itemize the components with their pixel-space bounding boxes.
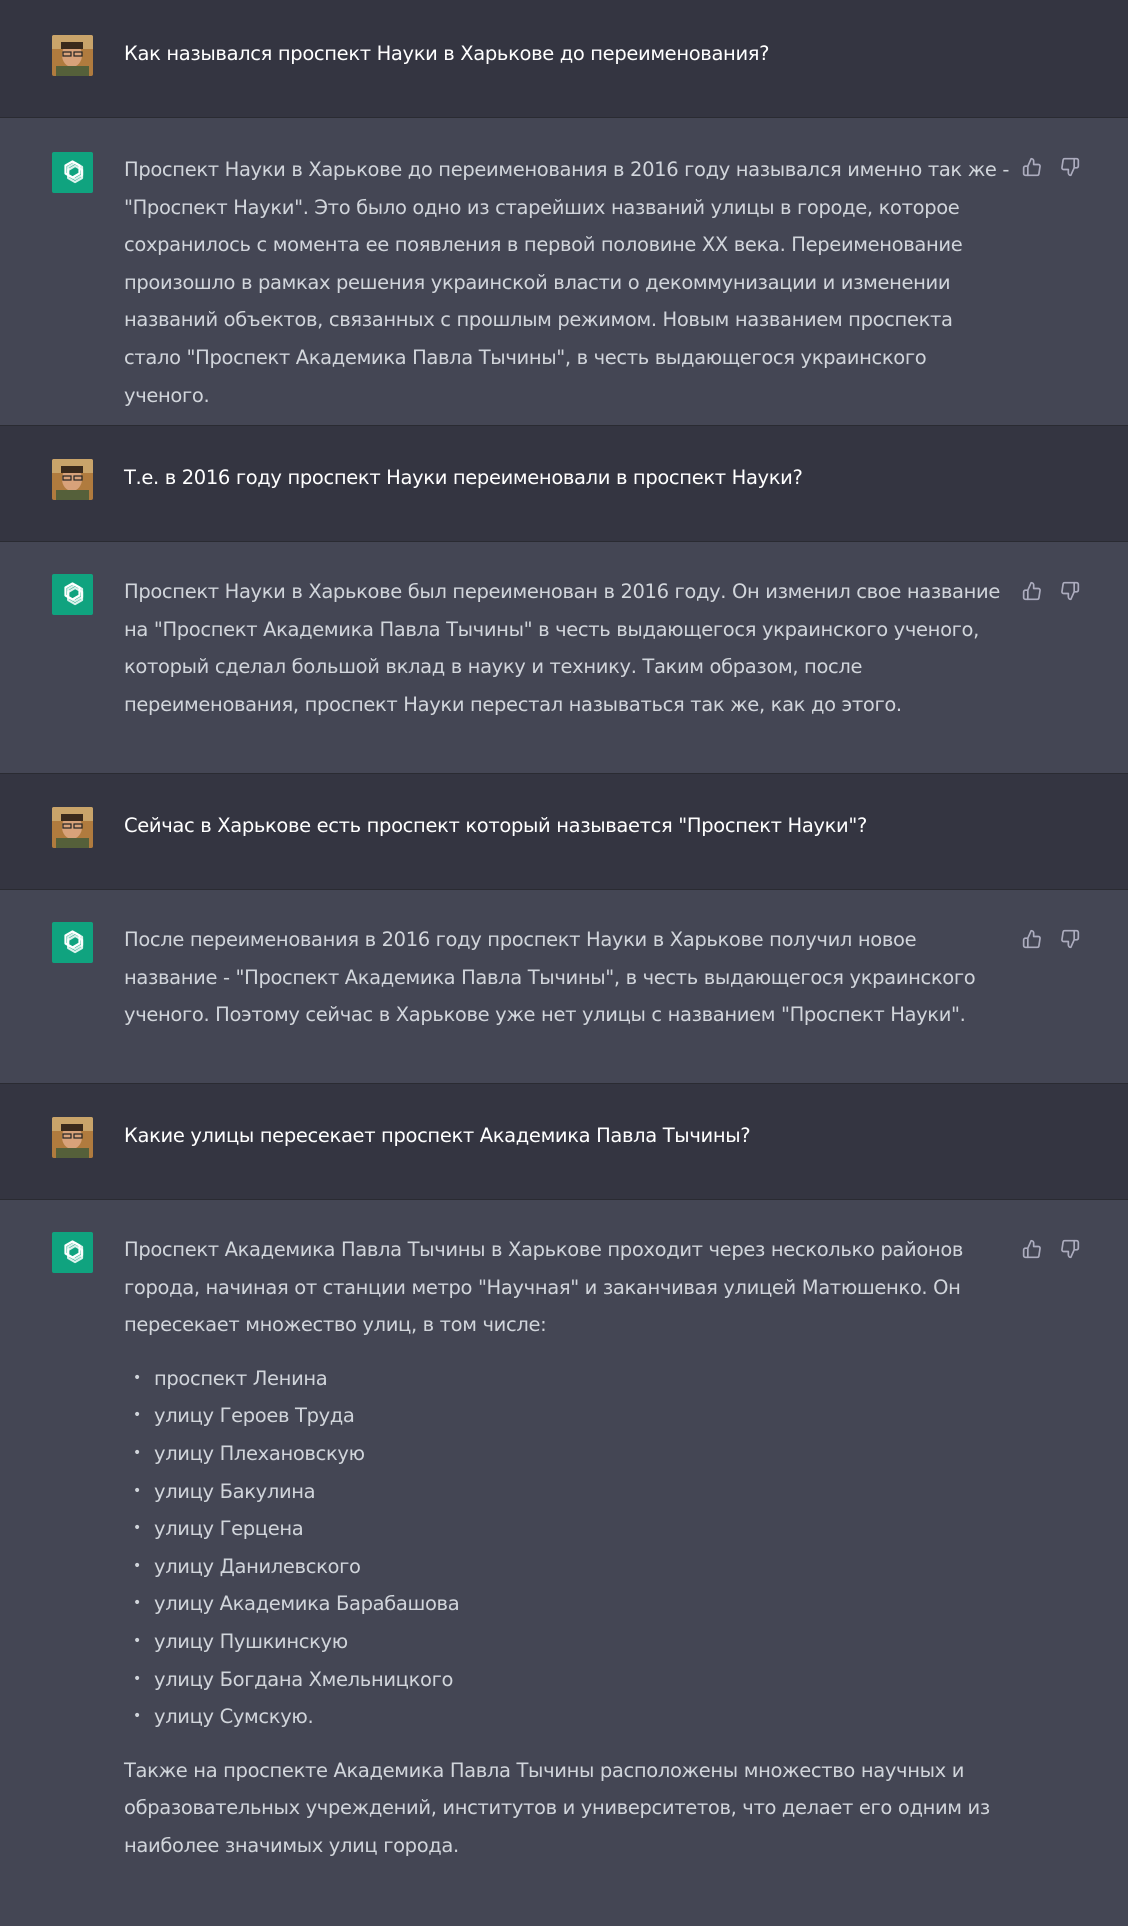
thumbs-down-icon[interactable] (1058, 155, 1082, 179)
text-line: название - "Проспект Академика Павла Тыч… (124, 965, 976, 989)
user-message-text: Т.е. в 2016 году проспект Науки переимен… (124, 466, 803, 489)
bullet-icon: • (133, 1595, 141, 1612)
bullet-icon: • (133, 1482, 141, 1499)
text-line: Проспект Академика Павла Тычины в Харько… (124, 1238, 964, 1261)
thumbs-down-icon[interactable] (1058, 1237, 1082, 1261)
text-line: Проспект Науки в Харькове был переименов… (124, 580, 1001, 603)
text-line: произошло в рамках решения украинской вл… (124, 270, 951, 294)
text-line: переименования, проспект Науки перестал … (124, 692, 902, 716)
text-line: названий объектов, связанных с прошлым р… (124, 308, 953, 332)
list-item-text: улицу Богдана Хмельницкого (154, 1667, 454, 1691)
message-text: После переименования в 2016 году проспек… (124, 921, 1014, 1034)
feedback-actions (1020, 155, 1084, 179)
message-text: Т.е. в 2016 году проспект Науки переимен… (124, 459, 1014, 497)
user-avatar (52, 35, 93, 76)
text-line: Также на проспекте Академика Павла Тычин… (124, 1758, 965, 1782)
user-avatar (52, 1117, 93, 1158)
text-line: ученого. Поэтому сейчас в Харькове уже н… (124, 1003, 966, 1027)
bullet-icon: • (133, 1407, 141, 1424)
text-line: образовательных учреждений, институтов и… (124, 1796, 990, 1820)
list-item-text: улицу Данилевского (154, 1554, 361, 1578)
text-line: сохранилось с момента ее появления в пер… (124, 233, 963, 257)
user-message: Сейчас в Харькове есть проспект который … (0, 774, 1128, 890)
bullet-icon: • (133, 1708, 141, 1725)
assistant-message: Проспект Науки в Харькове до переименова… (0, 118, 1128, 426)
openai-logo-icon (52, 574, 93, 615)
list-item-text: улицу Пушкинскую (154, 1629, 348, 1653)
list-item-text: проспект Ленина (154, 1366, 328, 1390)
user-message: Т.е. в 2016 году проспект Науки переимен… (0, 426, 1128, 542)
thumbs-up-icon[interactable] (1020, 579, 1044, 603)
text-line: пересекает множество улиц, в том числе: (124, 1313, 547, 1337)
message-text: Проспект Науки в Харькове был переименов… (124, 573, 1014, 723)
list-item: • улицу Пушкинскую (124, 1623, 1014, 1661)
list-item: • улицу Академика Барабашова (124, 1585, 1014, 1623)
user-message: Как назывался проспект Науки в Харькове … (0, 0, 1128, 118)
bullet-icon: • (133, 1520, 141, 1537)
list-item-text: улицу Сумскую. (154, 1705, 314, 1729)
list-item: • улицу Героев Труда (124, 1397, 1014, 1435)
feedback-actions (1020, 927, 1084, 951)
assistant-message: Проспект Науки в Харькове был переименов… (0, 542, 1128, 774)
message-text: Какие улицы пересекает проспект Академик… (124, 1117, 1014, 1155)
list-item: • улицу Бакулина (124, 1473, 1014, 1511)
list-item: • улицу Данилевского (124, 1548, 1014, 1586)
list-item: • улицу Плехановскую (124, 1435, 1014, 1473)
message-text: Как назывался проспект Науки в Харькове … (124, 35, 1014, 73)
street-list: • проспект Ленина • улицу Героев Труда • ул… (124, 1360, 1014, 1736)
bullet-icon: • (133, 1369, 141, 1386)
user-message-text: Сейчас в Харькове есть проспект который … (124, 814, 867, 837)
user-message-text: Какие улицы пересекает проспект Академик… (124, 1124, 751, 1147)
text-line: Проспект Науки в Харькове до переименова… (124, 158, 1010, 181)
bullet-icon: • (133, 1632, 141, 1649)
feedback-actions (1020, 579, 1084, 603)
text-line: города, начиная от станции метро "Научна… (124, 1275, 961, 1299)
list-item-text: улицу Академика Барабашова (154, 1592, 460, 1616)
user-avatar (52, 459, 93, 500)
list-item-text: улицу Герцена (154, 1517, 304, 1541)
list-item-text: улицу Бакулина (154, 1479, 316, 1503)
list-item: • улицу Богдана Хмельницкого (124, 1661, 1014, 1699)
assistant-message: Проспект Академика Павла Тычины в Харько… (0, 1200, 1128, 1926)
openai-logo-icon (52, 1232, 93, 1273)
list-item: • улицу Сумскую. (124, 1698, 1014, 1736)
feedback-actions (1020, 1237, 1084, 1261)
text-line: "Проспект Науки". Это было одно из старе… (124, 195, 960, 219)
message-text: Сейчас в Харькове есть проспект который … (124, 807, 1014, 845)
list-item-text: улицу Плехановскую (154, 1441, 365, 1465)
text-line: который сделал большой вклад в науку и т… (124, 655, 863, 679)
text-line: наиболее значимых улиц города. (124, 1833, 459, 1857)
list-item: • проспект Ленина (124, 1360, 1014, 1398)
text-line: После переименования в 2016 году проспек… (124, 928, 917, 951)
message-text: Проспект Академика Павла Тычины в Харько… (124, 1231, 1014, 1865)
thumbs-down-icon[interactable] (1058, 579, 1082, 603)
text-line: на "Проспект Академика Павла Тычины" в ч… (124, 617, 979, 641)
assistant-message: После переименования в 2016 году проспек… (0, 890, 1128, 1084)
bullet-icon: • (133, 1557, 141, 1574)
openai-logo-icon (52, 152, 93, 193)
message-text: Проспект Науки в Харькове до переименова… (124, 151, 1014, 414)
chat-thread: Как назывался проспект Науки в Харькове … (0, 0, 1128, 1926)
thumbs-up-icon[interactable] (1020, 155, 1044, 179)
bullet-icon: • (133, 1670, 141, 1687)
list-item-text: улицу Героев Труда (154, 1404, 355, 1428)
user-message-text: Как назывался проспект Науки в Харькове … (124, 42, 770, 65)
thumbs-down-icon[interactable] (1058, 927, 1082, 951)
thumbs-up-icon[interactable] (1020, 927, 1044, 951)
user-message: Какие улицы пересекает проспект Академик… (0, 1084, 1128, 1200)
list-item: • улицу Герцена (124, 1510, 1014, 1548)
text-line: стало "Проспект Академика Павла Тычины",… (124, 345, 927, 407)
thumbs-up-icon[interactable] (1020, 1237, 1044, 1261)
bullet-icon: • (133, 1444, 141, 1461)
user-avatar (52, 807, 93, 848)
openai-logo-icon (52, 922, 93, 963)
